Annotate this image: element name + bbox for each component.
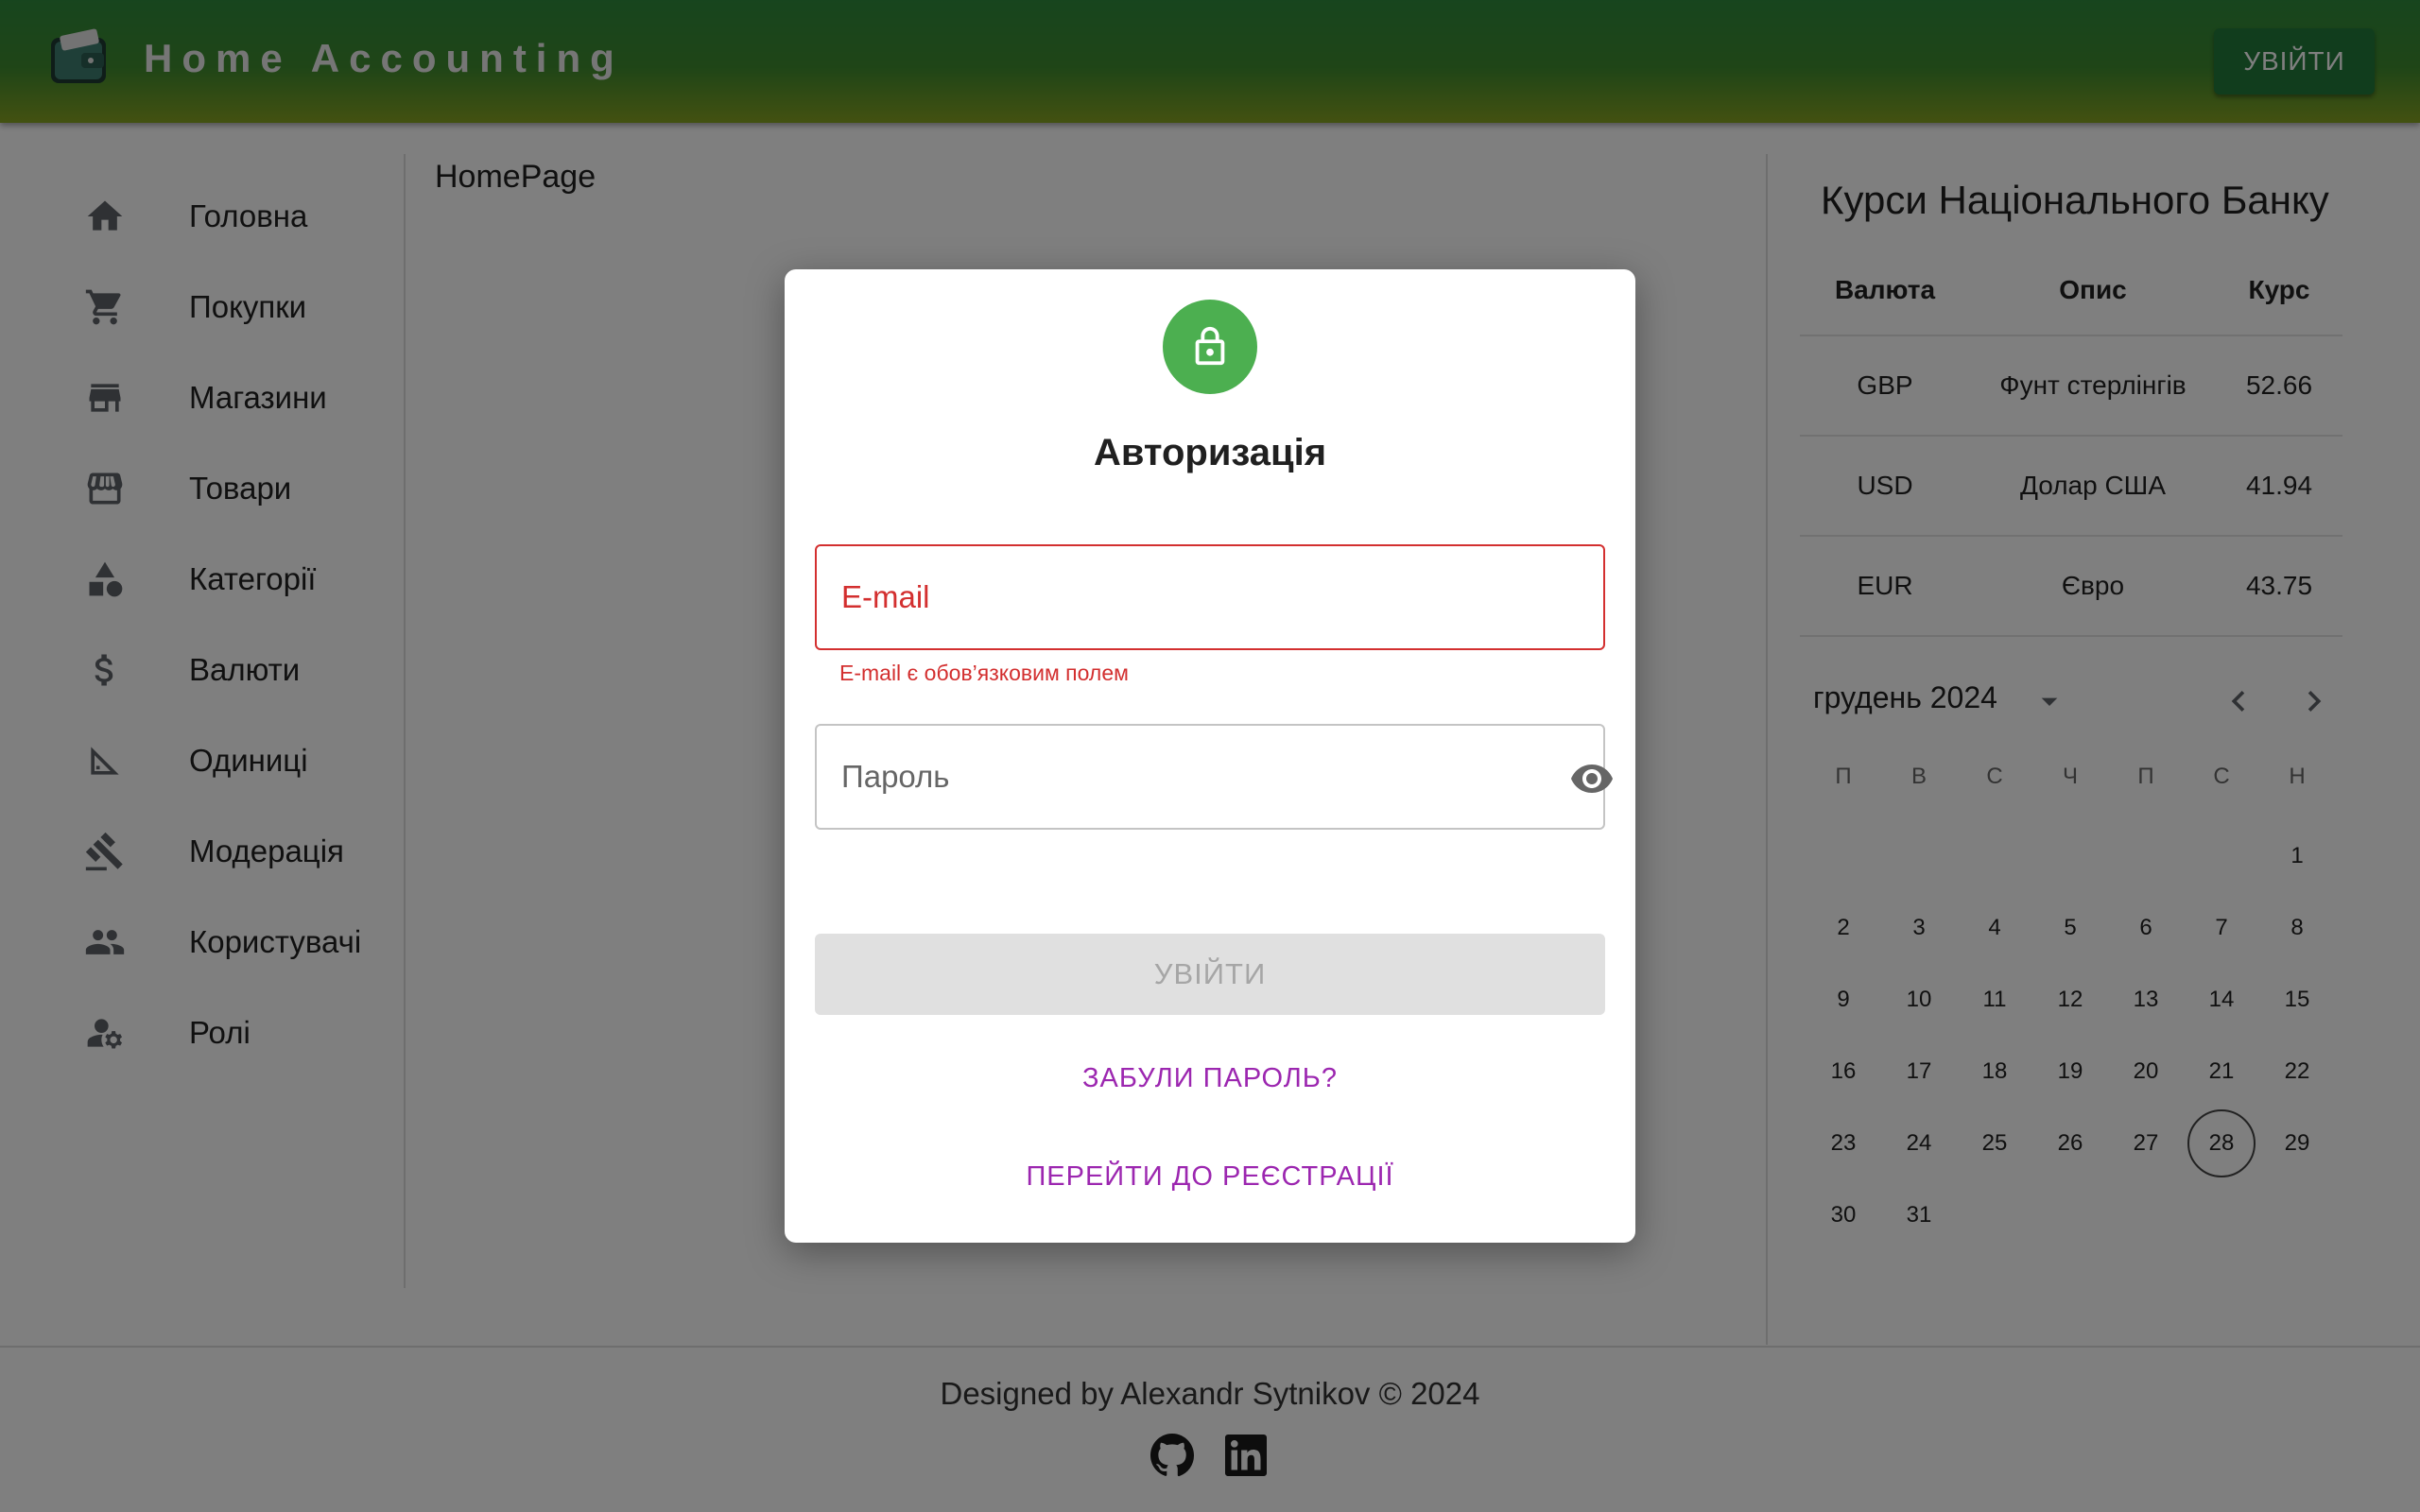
email-field[interactable]: [815, 544, 1605, 650]
password-field[interactable]: [815, 724, 1613, 830]
email-input[interactable]: [841, 546, 1541, 648]
eye-icon[interactable]: [1569, 756, 1615, 801]
forgot-password-link[interactable]: ЗАБУЛИ ПАРОЛЬ?: [785, 1063, 1635, 1094]
email-error-text: E-mail є обов’язковим полем: [839, 661, 1129, 685]
login-dialog: Авторизація E-mail є обов’язковим полем …: [785, 269, 1635, 1243]
lock-icon: [1195, 326, 1225, 366]
password-input[interactable]: [841, 726, 1541, 828]
login-submit-button[interactable]: УВІЙТИ: [815, 934, 1605, 1015]
dialog-title: Авторизація: [1093, 432, 1327, 473]
go-to-registration-link[interactable]: ПЕРЕЙТИ ДО РЕЄСТРАЦІЇ: [785, 1161, 1635, 1193]
app-root: Home Accounting УВІЙТИ Головна Покупки М…: [0, 0, 2420, 1512]
lock-avatar: [1163, 300, 1257, 394]
